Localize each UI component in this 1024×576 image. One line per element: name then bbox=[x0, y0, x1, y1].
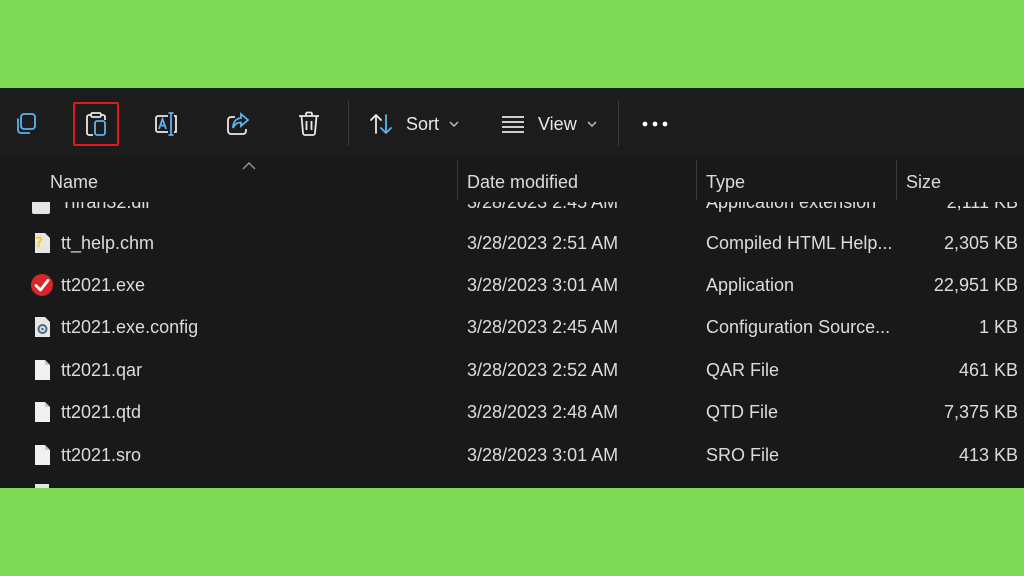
view-label: View bbox=[538, 113, 577, 134]
column-header-date-modified[interactable]: Date modified bbox=[467, 172, 578, 193]
view-button[interactable]: View bbox=[500, 102, 605, 146]
table-row[interactable]: tt2021.sro 3/28/2023 3:01 AM SRO File 41… bbox=[0, 435, 1024, 477]
paste-icon bbox=[82, 110, 110, 138]
column-divider[interactable] bbox=[896, 160, 897, 200]
file-date: 3/28/2023 2:45 AM bbox=[467, 202, 619, 212]
file-date: 3/28/2023 2:48 AM bbox=[467, 402, 619, 422]
more-icon bbox=[642, 121, 668, 127]
blank-file-icon bbox=[30, 443, 54, 467]
file-name: tt2021.sro bbox=[61, 445, 142, 465]
svg-text:?: ? bbox=[35, 235, 43, 251]
table-row-partial[interactable] bbox=[0, 478, 1024, 488]
column-divider[interactable] bbox=[696, 160, 697, 200]
file-type: SRO File bbox=[706, 445, 780, 465]
paste-button[interactable] bbox=[73, 102, 119, 146]
blank-file-icon bbox=[30, 400, 54, 424]
sort-label: Sort bbox=[406, 113, 440, 134]
table-row-partial[interactable]: Tifran32.dll 3/28/2023 2:45 AM Applicati… bbox=[0, 202, 1024, 218]
toolbar-separator bbox=[618, 100, 619, 146]
rename-icon bbox=[152, 110, 180, 138]
table-row[interactable]: tt2021.exe.config 3/28/2023 2:45 AM Conf… bbox=[0, 307, 1024, 349]
file-size: 413 KB bbox=[958, 445, 1018, 465]
file-name: tt2021.exe.config bbox=[61, 317, 199, 337]
file-size: 22,951 KB bbox=[933, 275, 1018, 295]
copy-button[interactable] bbox=[6, 102, 46, 146]
file-type: Compiled HTML Help... bbox=[706, 233, 893, 253]
app-checkmark-icon bbox=[30, 273, 54, 297]
delete-button[interactable] bbox=[289, 102, 329, 146]
file-date: 3/28/2023 2:52 AM bbox=[467, 360, 619, 380]
file-size: 7,375 KB bbox=[943, 402, 1018, 422]
sort-button[interactable]: Sort bbox=[368, 102, 468, 146]
column-header-row: Name Date modified Type Size bbox=[0, 158, 1024, 202]
file-name: tt2021.exe bbox=[61, 275, 146, 295]
delete-icon bbox=[296, 110, 322, 138]
column-header-name[interactable]: Name bbox=[50, 172, 98, 193]
more-options-button[interactable] bbox=[634, 102, 676, 146]
file-type: Application bbox=[706, 275, 795, 295]
file-date: 3/28/2023 3:01 AM bbox=[467, 275, 619, 295]
config-file-icon bbox=[30, 315, 54, 339]
chevron-down-icon bbox=[587, 120, 597, 128]
file-size: 2,305 KB bbox=[943, 233, 1018, 253]
file-name: tt2021.qar bbox=[61, 360, 143, 380]
rename-button[interactable] bbox=[146, 102, 186, 146]
table-row[interactable]: ? tt_help.chm 3/28/2023 2:51 AM Compiled… bbox=[0, 223, 1024, 265]
table-row[interactable]: tt2021.qtd 3/28/2023 2:48 AM QTD File 7,… bbox=[0, 392, 1024, 434]
table-row[interactable]: tt2021.qar 3/28/2023 2:52 AM QAR File 46… bbox=[0, 350, 1024, 392]
file-size: 461 KB bbox=[958, 360, 1018, 380]
file-type: Configuration Source... bbox=[706, 317, 891, 337]
file-name: Tifran32.dll bbox=[61, 202, 150, 212]
file-type: QAR File bbox=[706, 360, 780, 380]
toolbar-separator bbox=[348, 100, 349, 146]
blank-file-icon bbox=[35, 484, 49, 488]
blank-file-icon bbox=[30, 358, 54, 382]
copy-icon bbox=[13, 111, 39, 137]
file-type: Application extension bbox=[706, 202, 877, 212]
file-name: tt2021.qtd bbox=[61, 402, 142, 422]
command-bar: Sort View bbox=[0, 88, 1024, 159]
file-date: 3/28/2023 2:45 AM bbox=[467, 317, 619, 337]
dll-file-icon bbox=[32, 202, 50, 214]
column-header-size[interactable]: Size bbox=[906, 172, 941, 193]
file-explorer-window: Sort View Name Date modified Type Size T… bbox=[0, 88, 1024, 488]
file-type: QTD File bbox=[706, 402, 778, 422]
file-size: 1 KB bbox=[978, 317, 1018, 337]
column-divider[interactable] bbox=[457, 160, 458, 200]
file-name: tt_help.chm bbox=[61, 233, 155, 253]
file-date: 3/28/2023 2:51 AM bbox=[467, 233, 619, 253]
column-header-type[interactable]: Type bbox=[706, 172, 745, 193]
sort-ascending-icon bbox=[242, 157, 256, 175]
help-file-icon: ? bbox=[30, 231, 54, 255]
chevron-down-icon bbox=[449, 120, 459, 128]
file-date: 3/28/2023 3:01 AM bbox=[467, 445, 619, 465]
share-button[interactable] bbox=[218, 102, 258, 146]
sort-icon bbox=[368, 111, 394, 137]
share-icon bbox=[224, 110, 252, 138]
view-list-icon bbox=[500, 113, 526, 135]
table-row[interactable]: tt2021.exe 3/28/2023 3:01 AM Application… bbox=[0, 265, 1024, 307]
file-size: 2,111 KB bbox=[946, 202, 1018, 212]
